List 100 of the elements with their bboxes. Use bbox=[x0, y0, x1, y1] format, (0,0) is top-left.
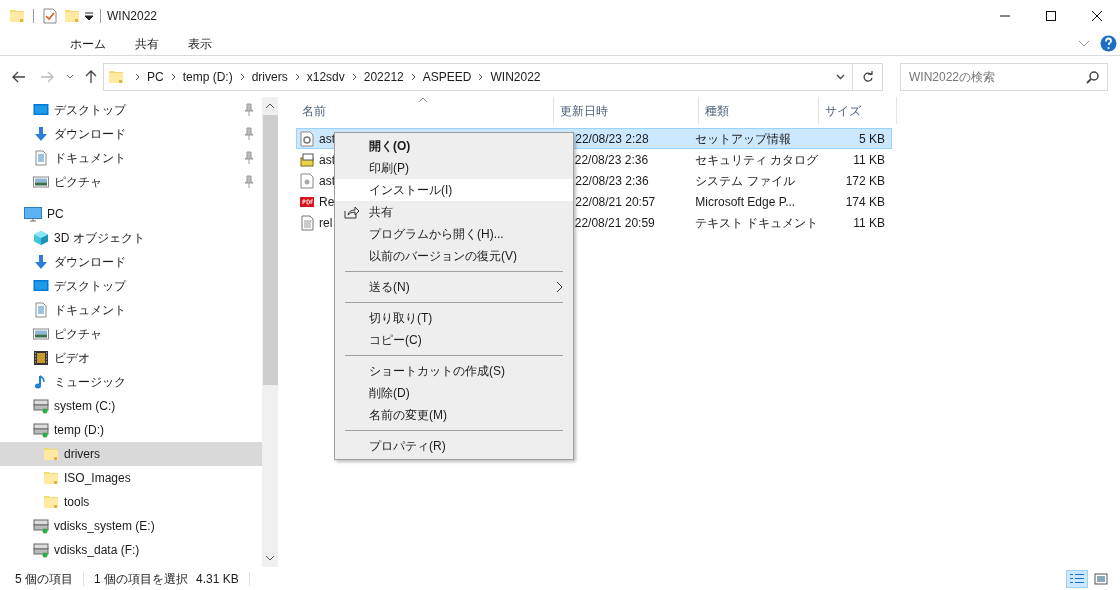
nav-item[interactable]: ドキュメント bbox=[0, 298, 262, 322]
breadcrumb-link[interactable]: WIN2022 bbox=[490, 67, 541, 86]
monitor-icon bbox=[33, 102, 49, 118]
drive-icon bbox=[33, 518, 49, 534]
nav-item[interactable]: drivers bbox=[0, 442, 262, 466]
nav-item[interactable]: ドキュメント bbox=[54, 149, 126, 167]
selection-count: 1 個の項目を選択 bbox=[94, 570, 189, 588]
nav-item[interactable]: temp (D:) bbox=[0, 418, 262, 442]
table-cell: 22/08/21 20:59 bbox=[574, 215, 655, 230]
breadcrumb-link[interactable]: ASPEED bbox=[422, 67, 472, 86]
table-cell-text: ast bbox=[319, 151, 335, 169]
menu-item[interactable]: ショートカットの作成(S) bbox=[335, 360, 573, 382]
down-arrow-icon bbox=[33, 254, 49, 270]
nav-item[interactable]: 3D オブジェクト bbox=[0, 226, 262, 250]
breadcrumb-link[interactable]: PC bbox=[147, 67, 164, 86]
menu-item[interactable]: 名前の変更(M) bbox=[335, 404, 573, 426]
details-view-button[interactable] bbox=[1066, 569, 1088, 588]
folder-icon bbox=[108, 68, 124, 85]
menu-item[interactable]: コピー(C) bbox=[335, 329, 573, 351]
selection-size: 4.31 KB bbox=[196, 570, 239, 588]
nav-item[interactable]: ピクチャ bbox=[54, 173, 102, 191]
table-cell: 11 KB bbox=[853, 215, 885, 230]
scroll-down-icon bbox=[265, 555, 275, 561]
list-icon bbox=[1070, 572, 1084, 585]
nav-item[interactable]: tools bbox=[0, 490, 262, 514]
nav-item[interactable]: ダウンロード bbox=[0, 250, 262, 274]
nav-item[interactable]: ピクチャ bbox=[0, 322, 262, 346]
close-icon bbox=[1092, 11, 1102, 21]
settings-file-icon bbox=[299, 130, 315, 147]
back-arrow-icon bbox=[12, 70, 26, 83]
table-cell: 22/08/21 20:57 bbox=[575, 194, 656, 209]
column-header[interactable]: 名前 bbox=[296, 97, 554, 124]
checklist-icon bbox=[42, 8, 58, 24]
chevron-down-icon bbox=[836, 73, 845, 80]
nav-item[interactable]: ダウンロード bbox=[54, 125, 126, 143]
chevron-right-icon bbox=[239, 72, 245, 81]
chevron-down-icon bbox=[66, 74, 74, 79]
nav-item[interactable]: system (C:) bbox=[0, 394, 262, 418]
chevron-down-icon bbox=[1078, 40, 1090, 47]
table-cell: 11 KB bbox=[853, 152, 885, 167]
search-field[interactable]: WIN2022の検索 bbox=[900, 62, 1108, 91]
maximize-icon bbox=[1046, 11, 1056, 21]
column-header[interactable]: 種類 bbox=[699, 97, 819, 124]
nav-item[interactable]: vdisks_data (F:) bbox=[0, 538, 262, 562]
nav-item[interactable]: vdisks_system (E:) bbox=[0, 514, 262, 538]
table-cell-text: rel bbox=[319, 214, 333, 232]
help-icon bbox=[1100, 35, 1117, 52]
chevron-right-icon bbox=[410, 72, 416, 81]
document-icon bbox=[33, 150, 49, 166]
folder-icon bbox=[64, 8, 80, 24]
table-cell-text: Re bbox=[319, 193, 335, 211]
down-arrow-icon bbox=[33, 126, 49, 142]
menu-item[interactable]: プロパティ(R) bbox=[335, 435, 573, 457]
picture-icon bbox=[33, 174, 49, 190]
breadcrumb-link[interactable]: drivers bbox=[251, 67, 288, 86]
chevron-right-icon bbox=[135, 72, 140, 81]
menu-item[interactable]: 送る(N) bbox=[335, 276, 573, 298]
chevron-right-icon bbox=[351, 72, 357, 81]
table-cell: テキスト ドキュメント bbox=[694, 215, 818, 230]
table-cell: システム ファイル bbox=[695, 173, 795, 188]
window-title: WIN2022 bbox=[107, 8, 158, 25]
menu-item[interactable]: 切り取り(T) bbox=[335, 307, 573, 329]
table-cell: 22/08/23 2:36 bbox=[575, 173, 649, 188]
table-cell: 22/08/23 2:36 bbox=[574, 152, 649, 167]
nav-item[interactable]: デスクトップ bbox=[54, 101, 126, 119]
picture-icon bbox=[33, 326, 49, 342]
column-header[interactable]: 更新日時 bbox=[554, 97, 699, 124]
breadcrumb-link[interactable]: x12sdv bbox=[306, 67, 345, 86]
ribbon-tab[interactable]: ホーム bbox=[56, 31, 120, 56]
ribbon-tab[interactable]: 共有 bbox=[121, 31, 173, 56]
menu-item[interactable]: 印刷(P) bbox=[335, 157, 573, 179]
table-cell: 172 KB bbox=[845, 173, 885, 188]
nav-item[interactable]: ミュージック bbox=[0, 370, 262, 394]
address-bar[interactable]: PC temp (D:) drivers x12sdv 202212 ASPEED WIN2022 bbox=[103, 62, 883, 91]
table-cell: Microsoft Edge P... bbox=[695, 194, 796, 209]
menu-item[interactable]: 共有 bbox=[335, 201, 573, 223]
folder-icon bbox=[9, 8, 25, 24]
document-icon bbox=[33, 302, 49, 318]
nav-item[interactable]: PC bbox=[0, 202, 262, 226]
menu-item[interactable]: 以前のバージョンの復元(V) bbox=[335, 245, 573, 267]
menu-item[interactable]: 削除(D) bbox=[335, 382, 573, 404]
forward-arrow-icon bbox=[40, 70, 54, 83]
share-icon bbox=[344, 205, 360, 219]
menu-item[interactable]: インストール(I) bbox=[335, 179, 573, 201]
table-cell: セキュリティ カタログ bbox=[694, 152, 818, 167]
menu-item[interactable]: プログラムから開く(H)... bbox=[335, 223, 573, 245]
breadcrumb-link[interactable]: 202212 bbox=[363, 67, 404, 86]
table-cell: 5 KB bbox=[859, 131, 885, 146]
ribbon-tab[interactable]: 表示 bbox=[174, 31, 226, 56]
folder-icon bbox=[43, 446, 59, 462]
up-arrow-icon bbox=[85, 69, 97, 84]
table-cell: 22/08/23 2:28 bbox=[575, 131, 649, 146]
nav-item[interactable]: ビデオ bbox=[0, 346, 262, 370]
chevron-right-icon bbox=[478, 72, 484, 81]
scrollbar-thumb[interactable] bbox=[262, 115, 278, 385]
cube-icon bbox=[33, 230, 49, 246]
nav-item[interactable]: ISO_Images bbox=[0, 466, 262, 490]
breadcrumb-link[interactable]: temp (D:) bbox=[182, 67, 233, 86]
column-header[interactable]: サイズ bbox=[819, 97, 897, 124]
nav-item[interactable]: デスクトップ bbox=[0, 274, 262, 298]
